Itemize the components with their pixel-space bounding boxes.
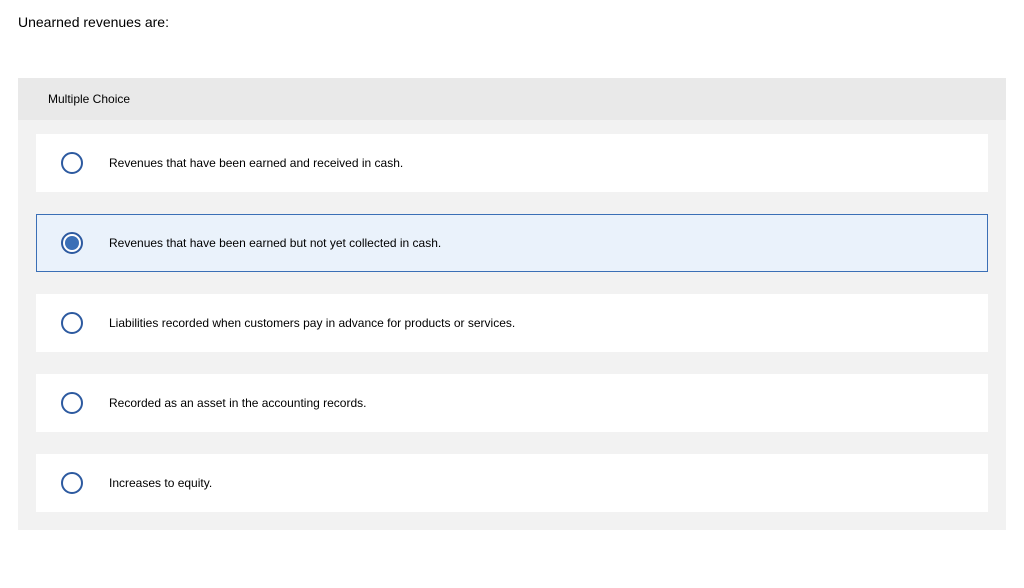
option-3[interactable]: Recorded as an asset in the accounting r…: [36, 374, 988, 432]
radio-icon: [61, 312, 83, 334]
options-area: Revenues that have been earned and recei…: [18, 120, 1006, 530]
option-1[interactable]: Revenues that have been earned but not y…: [36, 214, 988, 272]
radio-icon: [61, 472, 83, 494]
quiz-container: Multiple Choice Revenues that have been …: [18, 78, 1006, 530]
option-label: Revenues that have been earned and recei…: [109, 156, 403, 170]
section-label: Multiple Choice: [18, 78, 1006, 120]
option-0[interactable]: Revenues that have been earned and recei…: [36, 134, 988, 192]
option-label: Revenues that have been earned but not y…: [109, 236, 441, 250]
option-label: Increases to equity.: [109, 476, 212, 490]
radio-icon: [61, 232, 83, 254]
option-4[interactable]: Increases to equity.: [36, 454, 988, 512]
question-text: Unearned revenues are:: [0, 0, 1024, 30]
radio-icon: [61, 152, 83, 174]
option-label: Recorded as an asset in the accounting r…: [109, 396, 366, 410]
option-2[interactable]: Liabilities recorded when customers pay …: [36, 294, 988, 352]
option-label: Liabilities recorded when customers pay …: [109, 316, 515, 330]
radio-icon: [61, 392, 83, 414]
